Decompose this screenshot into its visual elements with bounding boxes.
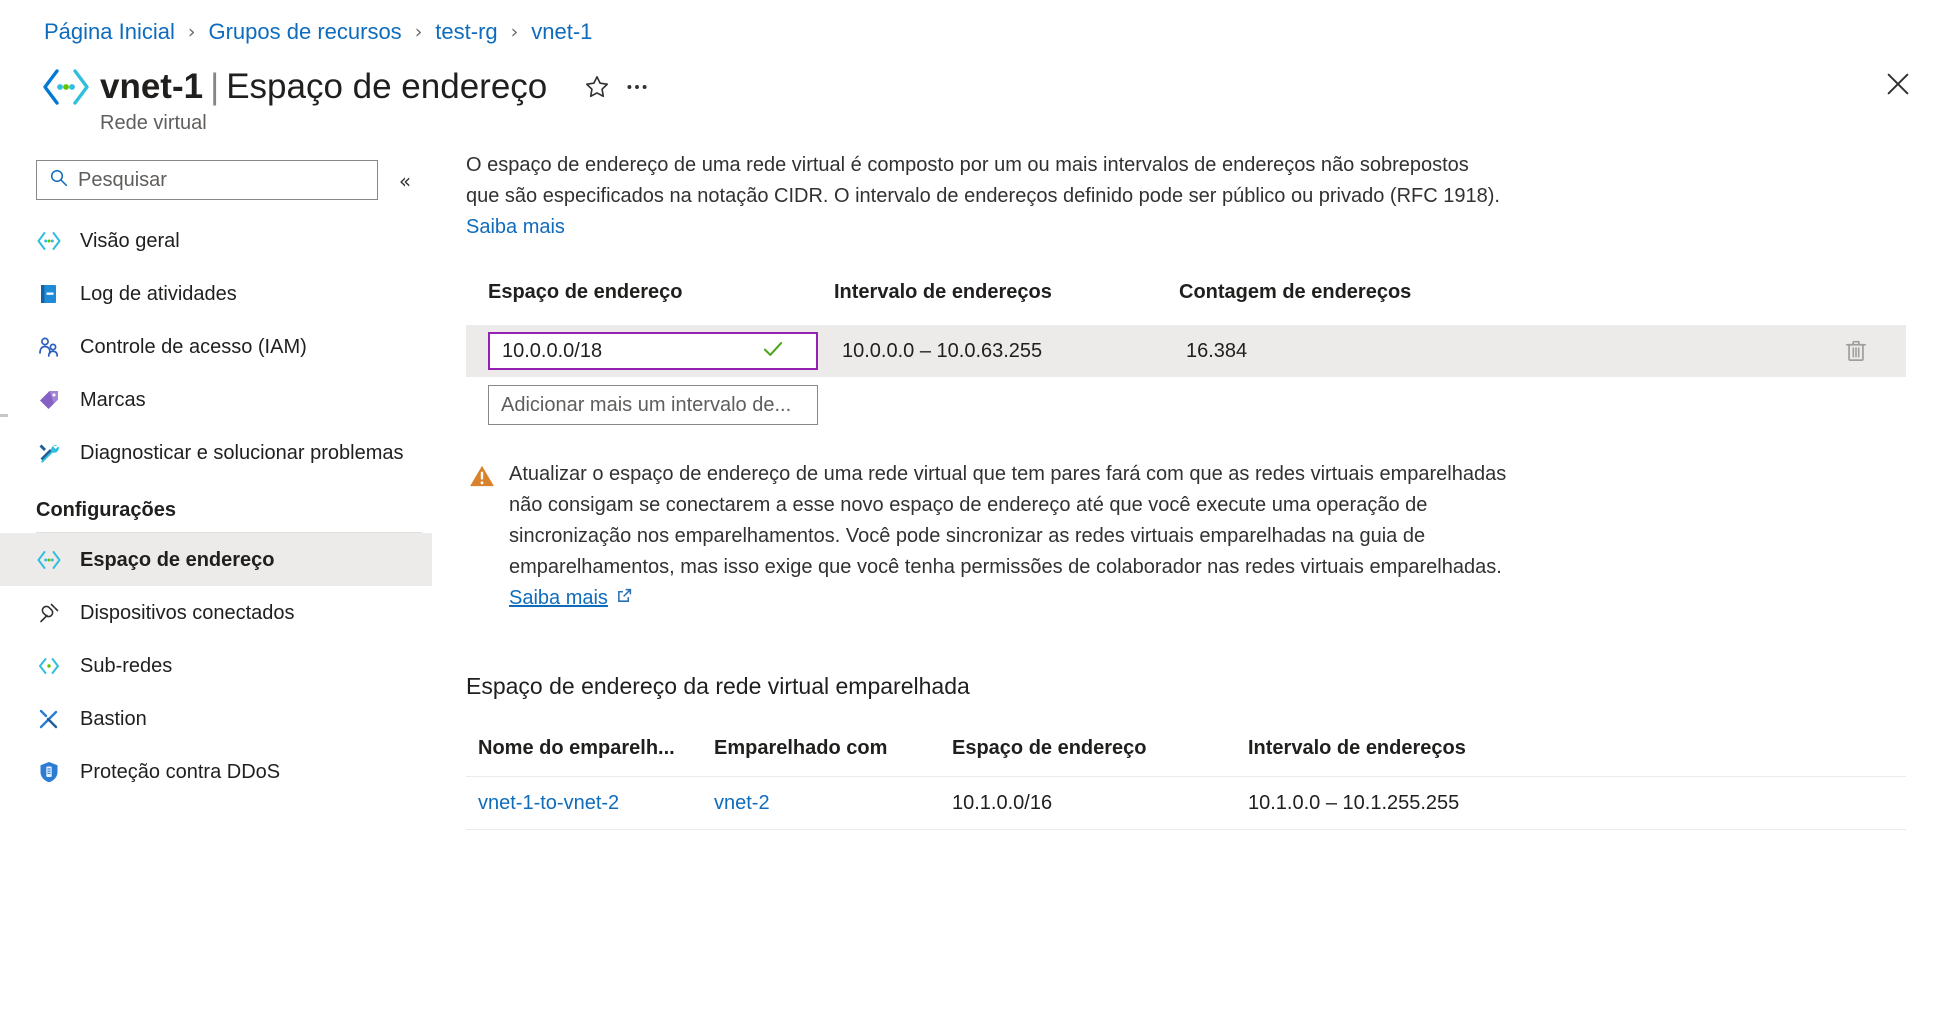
sidebar-item-address-space[interactable]: Espaço de endereço bbox=[0, 533, 432, 586]
table-row[interactable]: vnet-1-to-vnet-2 vnet-2 10.1.0.0/16 10.1… bbox=[466, 776, 1906, 830]
address-space-description: O espaço de endereço de uma rede virtual… bbox=[466, 150, 1506, 243]
sidebar-item-label: Marcas bbox=[80, 388, 146, 411]
cell-address-count: 16.384 bbox=[1186, 340, 1248, 362]
access-control-icon bbox=[36, 334, 62, 360]
ellipsis-icon[interactable] bbox=[617, 67, 657, 107]
sidebar-item-label: Espaço de endereço bbox=[80, 548, 275, 571]
page-title-section: Espaço de endereço bbox=[226, 67, 548, 106]
column-header-address-space: Espaço de endereço bbox=[488, 281, 683, 303]
add-address-range-input[interactable] bbox=[489, 387, 801, 423]
peering-warning: Atualizar o espaço de endereço de uma re… bbox=[466, 459, 1534, 615]
peered-address-range: 10.1.0.0 – 10.1.255.255 bbox=[1248, 792, 1460, 814]
sidebar-item-ddos-protection[interactable]: Proteção contra DDoS bbox=[0, 745, 432, 798]
add-address-range-wrapper[interactable] bbox=[488, 385, 818, 425]
star-icon[interactable] bbox=[577, 67, 617, 107]
search-icon bbox=[49, 168, 69, 193]
page-title-resource: vnet-1 bbox=[100, 67, 204, 106]
activity-log-icon bbox=[36, 281, 62, 307]
trash-icon[interactable] bbox=[1840, 335, 1872, 367]
troubleshoot-icon bbox=[36, 440, 62, 466]
sidebar-item-activity-log[interactable]: Log de atividades bbox=[0, 267, 432, 320]
column-header-address-count: Contagem de endereços bbox=[1179, 281, 1412, 303]
breadcrumb: Página Inicial › Grupos de recursos › te… bbox=[44, 18, 592, 46]
address-space-table: Espaço de endereço Intervalo de endereço… bbox=[466, 270, 1906, 425]
table-header-row: Espaço de endereço Intervalo de endereço… bbox=[466, 270, 1906, 304]
sidebar-item-label: Proteção contra DDoS bbox=[80, 760, 281, 783]
sidebar: « Visão geral bbox=[0, 152, 440, 1016]
sidebar-item-access-control[interactable]: Controle de acesso (IAM) bbox=[0, 320, 432, 373]
peered-with-link[interactable]: vnet-2 bbox=[714, 792, 770, 814]
sidebar-item-label: Visão geral bbox=[80, 229, 180, 252]
azure-portal-blade: Página Inicial › Grupos de recursos › te… bbox=[0, 0, 1944, 1016]
chevron-double-left-icon[interactable]: « bbox=[390, 166, 420, 196]
sidebar-item-bastion[interactable]: Bastion bbox=[0, 692, 432, 745]
column-header-peered-address-space: Espaço de endereço bbox=[952, 737, 1147, 759]
address-space-input[interactable] bbox=[490, 334, 758, 368]
search-input[interactable] bbox=[78, 162, 348, 198]
peered-section-title: Espaço de endereço da rede virtual empar… bbox=[466, 673, 970, 699]
sidebar-nav: Visão geral Log de atividades Controle d… bbox=[0, 214, 432, 798]
address-space-input-wrapper[interactable] bbox=[488, 332, 818, 370]
sidebar-item-subnets[interactable]: Sub-redes bbox=[0, 639, 432, 692]
description-learn-more-link[interactable]: Saiba mais bbox=[466, 216, 565, 238]
title-actions bbox=[577, 67, 657, 107]
subnet-icon bbox=[36, 653, 62, 679]
checkmark-icon bbox=[760, 336, 786, 367]
peered-address-space-table: Nome do emparelh... Emparelhado com Espa… bbox=[466, 728, 1906, 830]
sidebar-item-label: Sub-redes bbox=[80, 654, 173, 677]
column-header-peered-with: Emparelhado com bbox=[714, 737, 888, 759]
breadcrumb-item-test-rg[interactable]: test-rg bbox=[435, 18, 497, 46]
column-header-peered-address-range: Intervalo de endereços bbox=[1248, 737, 1466, 759]
resource-type-subtitle: Rede virtual bbox=[100, 112, 207, 134]
page-title-row: vnet-1 | Espaço de endereço bbox=[40, 62, 657, 112]
tag-icon bbox=[36, 387, 62, 413]
breadcrumb-separator-icon: › bbox=[510, 21, 519, 43]
sidebar-item-label: Dispositivos conectados bbox=[80, 601, 295, 624]
cell-address-range: 10.0.0.0 – 10.0.63.255 bbox=[842, 340, 1043, 362]
sidebar-section-settings: Configurações bbox=[36, 499, 177, 521]
connected-devices-icon bbox=[36, 600, 62, 626]
warning-message: Atualizar o espaço de endereço de uma re… bbox=[509, 463, 1507, 578]
breadcrumb-separator-icon: › bbox=[187, 21, 196, 43]
breadcrumb-item-resource-groups[interactable]: Grupos de recursos bbox=[208, 18, 401, 46]
sidebar-item-overview[interactable]: Visão geral bbox=[0, 214, 432, 267]
column-header-address-range: Intervalo de endereços bbox=[834, 281, 1052, 303]
close-icon[interactable] bbox=[1876, 62, 1920, 106]
peered-address-space: 10.1.0.0/16 bbox=[952, 792, 1053, 814]
peering-name-link[interactable]: vnet-1-to-vnet-2 bbox=[478, 792, 619, 814]
breadcrumb-separator-icon: › bbox=[414, 21, 423, 43]
breadcrumb-item-home[interactable]: Página Inicial bbox=[44, 18, 175, 46]
search-box[interactable] bbox=[36, 160, 378, 200]
sidebar-item-label: Diagnosticar e solucionar problemas bbox=[80, 441, 404, 464]
vnet-icon bbox=[36, 228, 62, 254]
sidebar-item-label: Log de atividades bbox=[80, 282, 237, 305]
sidebar-item-connected-devices[interactable]: Dispositivos conectados bbox=[0, 586, 432, 639]
description-text: O espaço de endereço de uma rede virtual… bbox=[466, 154, 1500, 207]
sidebar-item-label: Controle de acesso (IAM) bbox=[80, 335, 307, 358]
page-title: vnet-1 | Espaço de endereço bbox=[100, 65, 547, 109]
table-row: 10.0.0.0 – 10.0.63.255 16.384 bbox=[466, 325, 1906, 377]
vnet-icon bbox=[40, 65, 92, 109]
page-title-separator: | bbox=[210, 67, 220, 106]
sidebar-item-troubleshoot[interactable]: Diagnosticar e solucionar problemas bbox=[0, 426, 432, 479]
peered-table-header-row: Nome do emparelh... Emparelhado com Espa… bbox=[466, 728, 1906, 760]
address-space-icon bbox=[36, 547, 62, 573]
main-content: O espaço de endereço de uma rede virtual… bbox=[466, 150, 1906, 830]
breadcrumb-item-vnet-1[interactable]: vnet-1 bbox=[531, 18, 592, 46]
sidebar-item-label: Bastion bbox=[80, 707, 147, 730]
column-header-peering-name: Nome do emparelh... bbox=[478, 737, 675, 759]
ddos-shield-icon bbox=[36, 759, 62, 785]
sidebar-item-tags[interactable]: Marcas bbox=[0, 373, 432, 426]
external-link-icon bbox=[615, 588, 634, 610]
bastion-icon bbox=[36, 706, 62, 732]
warning-text: Atualizar o espaço de endereço de uma re… bbox=[509, 459, 1534, 615]
warning-triangle-icon bbox=[469, 464, 495, 615]
warning-learn-more-link[interactable]: Saiba mais bbox=[509, 587, 608, 609]
